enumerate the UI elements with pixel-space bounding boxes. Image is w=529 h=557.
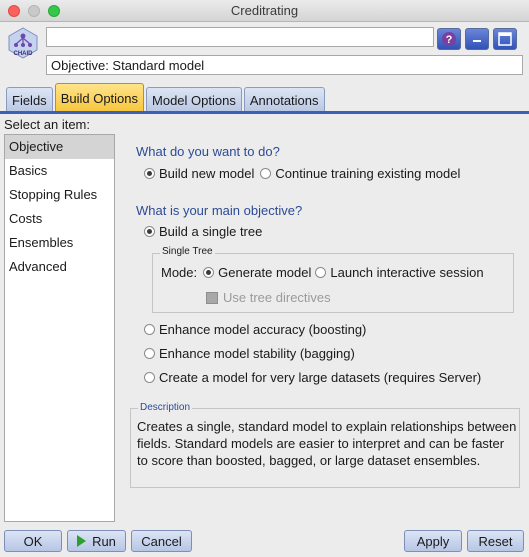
single-tree-radio[interactable] xyxy=(144,226,155,237)
description-text: Creates a single, standard model to expl… xyxy=(137,419,517,468)
item-list: Objective Basics Stopping Rules Costs En… xyxy=(4,134,115,522)
sidebar-item-advanced[interactable]: Advanced xyxy=(5,255,114,279)
minimize-dialog-button[interactable] xyxy=(465,28,489,50)
run-button[interactable]: Run xyxy=(67,530,126,552)
boosting-label: Enhance model accuracy (boosting) xyxy=(159,322,367,337)
boosting-option[interactable]: Enhance model accuracy (boosting) xyxy=(144,322,366,337)
svg-text:?: ? xyxy=(446,34,453,46)
question-main-objective: What is your main objective? xyxy=(136,203,303,218)
launch-session-label: Launch interactive session xyxy=(330,265,484,280)
use-tree-directives-label: Use tree directives xyxy=(223,290,331,305)
tab-divider xyxy=(0,111,529,114)
single-tree-label: Build a single tree xyxy=(159,224,263,239)
use-tree-directives-checkbox[interactable] xyxy=(206,291,218,304)
description-title: Description xyxy=(138,402,193,413)
sidebar-item-ensembles[interactable]: Ensembles xyxy=(5,231,114,255)
button-bar: OK Run Cancel Apply Reset xyxy=(0,527,529,557)
sidebar-item-basics[interactable]: Basics xyxy=(5,159,114,183)
continue-training-label: Continue training existing model xyxy=(275,166,461,181)
tab-fields[interactable]: Fields xyxy=(6,87,53,112)
question-what-to-do: What do you want to do? xyxy=(136,144,280,159)
continue-training-radio[interactable] xyxy=(260,168,272,179)
sidebar-item-objective[interactable]: Objective xyxy=(5,135,114,159)
build-new-radio[interactable] xyxy=(144,168,155,179)
window-title: Creditrating xyxy=(230,3,299,18)
objective-summary: Objective: Standard model xyxy=(46,55,523,75)
single-tree-option[interactable]: Build a single tree xyxy=(144,224,262,239)
run-icon xyxy=(77,535,87,547)
tab-bar: Fields Build Options Model Options Annot… xyxy=(6,83,327,112)
mode-label: Mode: xyxy=(161,265,198,280)
launch-session-radio[interactable] xyxy=(315,267,327,278)
use-tree-directives-option[interactable]: Use tree directives xyxy=(206,290,331,305)
boosting-radio[interactable] xyxy=(144,324,155,335)
bagging-option[interactable]: Enhance model stability (bagging) xyxy=(144,346,355,361)
node-header: CHAID ? Objective: Standard model xyxy=(0,22,529,78)
large-datasets-radio[interactable] xyxy=(144,372,155,383)
chaid-node-icon: CHAID xyxy=(8,27,38,59)
build-new-label: Build new model xyxy=(159,166,255,181)
single-tree-group-title: Single Tree xyxy=(160,246,215,257)
mode-row: Mode: Generate model Launch interactive … xyxy=(161,265,484,280)
build-new-model-option[interactable]: Build new model Continue training existi… xyxy=(144,166,460,181)
large-datasets-label: Create a model for very large datasets (… xyxy=(159,370,482,385)
maximize-icon xyxy=(498,32,512,46)
maximize-dialog-button[interactable] xyxy=(493,28,517,50)
bagging-radio[interactable] xyxy=(144,348,155,359)
large-datasets-option[interactable]: Create a model for very large datasets (… xyxy=(144,370,481,385)
help-button[interactable]: ? xyxy=(437,28,461,50)
tab-annotations[interactable]: Annotations xyxy=(243,87,325,112)
sidebar-item-stopping-rules[interactable]: Stopping Rules xyxy=(5,183,114,207)
run-label: Run xyxy=(92,533,116,549)
help-icon: ? xyxy=(442,32,456,46)
cancel-button[interactable]: Cancel xyxy=(131,530,192,552)
select-item-label: Select an item: xyxy=(4,117,90,132)
title-bar: Creditrating xyxy=(0,0,529,22)
chaid-label: CHAID xyxy=(14,51,34,57)
generate-model-radio[interactable] xyxy=(203,267,215,278)
sidebar-item-costs[interactable]: Costs xyxy=(5,207,114,231)
ok-button[interactable]: OK xyxy=(4,530,62,552)
node-name-input[interactable] xyxy=(46,27,434,47)
objective-panel: What do you want to do? Build new model … xyxy=(130,134,525,522)
reset-button[interactable]: Reset xyxy=(467,530,524,552)
bagging-label: Enhance model stability (bagging) xyxy=(159,346,355,361)
generate-model-label: Generate model xyxy=(218,265,312,280)
minimize-icon xyxy=(473,40,481,42)
tab-model-options[interactable]: Model Options xyxy=(146,87,242,112)
apply-button[interactable]: Apply xyxy=(404,530,462,552)
tab-build-options[interactable]: Build Options xyxy=(54,83,145,112)
